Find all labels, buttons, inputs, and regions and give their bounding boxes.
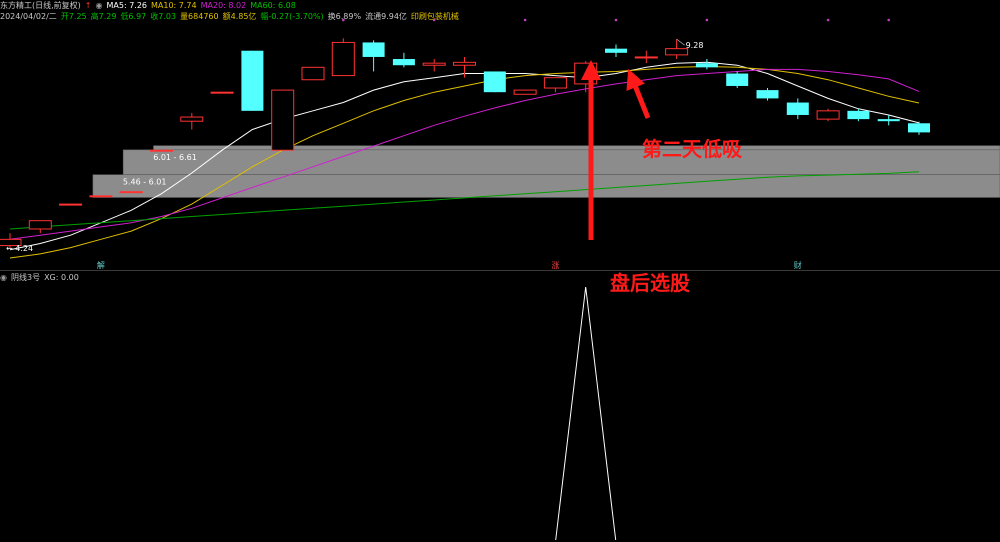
low-value-label: ← 4.24 xyxy=(6,244,33,253)
candle[interactable] xyxy=(665,39,689,60)
signal-dot xyxy=(342,18,345,22)
candle[interactable] xyxy=(150,149,173,152)
candle[interactable] xyxy=(301,66,325,81)
candle[interactable] xyxy=(483,71,506,93)
event-marker-cai[interactable]: 财 xyxy=(794,260,802,270)
candle-body xyxy=(786,102,809,115)
candle-body xyxy=(726,73,749,86)
candle[interactable] xyxy=(241,50,264,111)
candle-body xyxy=(513,89,537,95)
candle[interactable] xyxy=(786,98,809,120)
candle-body xyxy=(271,89,295,151)
price-zone-band xyxy=(92,174,1000,198)
candle-body xyxy=(695,63,718,68)
candle[interactable] xyxy=(756,88,779,101)
candle-body xyxy=(665,48,689,56)
signal-dot xyxy=(523,18,527,22)
candle-body xyxy=(908,123,930,133)
candle[interactable] xyxy=(180,112,204,130)
annotation-arrow-diagonal xyxy=(626,68,651,119)
high-pointer xyxy=(676,38,685,46)
xg-indicator-panel xyxy=(555,286,617,541)
candle-body xyxy=(331,41,355,77)
candle-body xyxy=(59,203,83,206)
candle-body xyxy=(453,61,476,66)
candle-body xyxy=(816,110,840,120)
candle[interactable] xyxy=(543,77,567,93)
candle-body xyxy=(605,48,627,53)
candle-body xyxy=(301,66,325,81)
candle[interactable] xyxy=(89,195,113,198)
signal-dot xyxy=(614,18,618,22)
candle[interactable] xyxy=(362,40,385,72)
candle-body xyxy=(392,59,415,66)
candle-body xyxy=(180,116,204,122)
candle[interactable] xyxy=(605,44,627,57)
candle[interactable] xyxy=(816,108,840,122)
candle[interactable] xyxy=(392,52,415,68)
event-marker-zhang[interactable]: 涨 xyxy=(551,260,559,270)
candle-body xyxy=(847,110,870,120)
candle-body xyxy=(483,71,506,93)
annotation-next-day-buy: 第二天低吸 xyxy=(642,137,743,161)
signal-dot xyxy=(705,18,709,22)
candle[interactable] xyxy=(513,89,537,95)
candle-body xyxy=(756,90,779,99)
candle-body xyxy=(28,220,52,230)
candle-body xyxy=(877,119,900,122)
xg-signal-line xyxy=(555,286,617,541)
signal-dot xyxy=(432,18,436,22)
candle[interactable] xyxy=(908,121,930,135)
candle-body xyxy=(150,149,173,152)
event-marker-jie[interactable]: 解 xyxy=(97,260,105,270)
volume-profile-zones: 6.61 - 6.716.01 - 6.615.46 - 6.01 xyxy=(92,145,1000,198)
candle[interactable] xyxy=(422,59,446,72)
candle[interactable] xyxy=(28,220,52,234)
stock-chart[interactable]: 6.61 - 6.716.01 - 6.615.46 - 6.01 9.28← … xyxy=(0,0,1000,542)
candle-body xyxy=(362,42,385,57)
candle[interactable] xyxy=(695,59,718,70)
price-zone-band xyxy=(122,149,1000,175)
annotation-after-close-pick: 盘后选股 xyxy=(610,271,690,295)
high-value-label: 9.28 xyxy=(686,41,704,50)
candle[interactable] xyxy=(210,91,234,94)
signal-dot xyxy=(826,18,830,22)
candle-body xyxy=(89,195,113,198)
chart-labels: 9.28 ← 4.24 解 涨 财 xyxy=(6,18,890,270)
candle-body xyxy=(119,191,143,194)
candle-body xyxy=(210,91,234,94)
candle-body xyxy=(422,62,446,66)
price-zone-label: 6.01 - 6.61 xyxy=(153,153,197,162)
candle[interactable] xyxy=(726,71,749,89)
candle-body xyxy=(543,77,567,89)
price-zone-label: 5.46 - 6.01 xyxy=(123,178,167,187)
candle[interactable] xyxy=(634,50,658,64)
candle[interactable] xyxy=(119,191,143,194)
candle-body xyxy=(241,50,264,111)
candle[interactable] xyxy=(59,203,83,206)
signal-dot xyxy=(887,18,890,22)
candle[interactable] xyxy=(271,89,295,151)
candle[interactable] xyxy=(331,38,355,77)
candle-body xyxy=(634,56,658,59)
